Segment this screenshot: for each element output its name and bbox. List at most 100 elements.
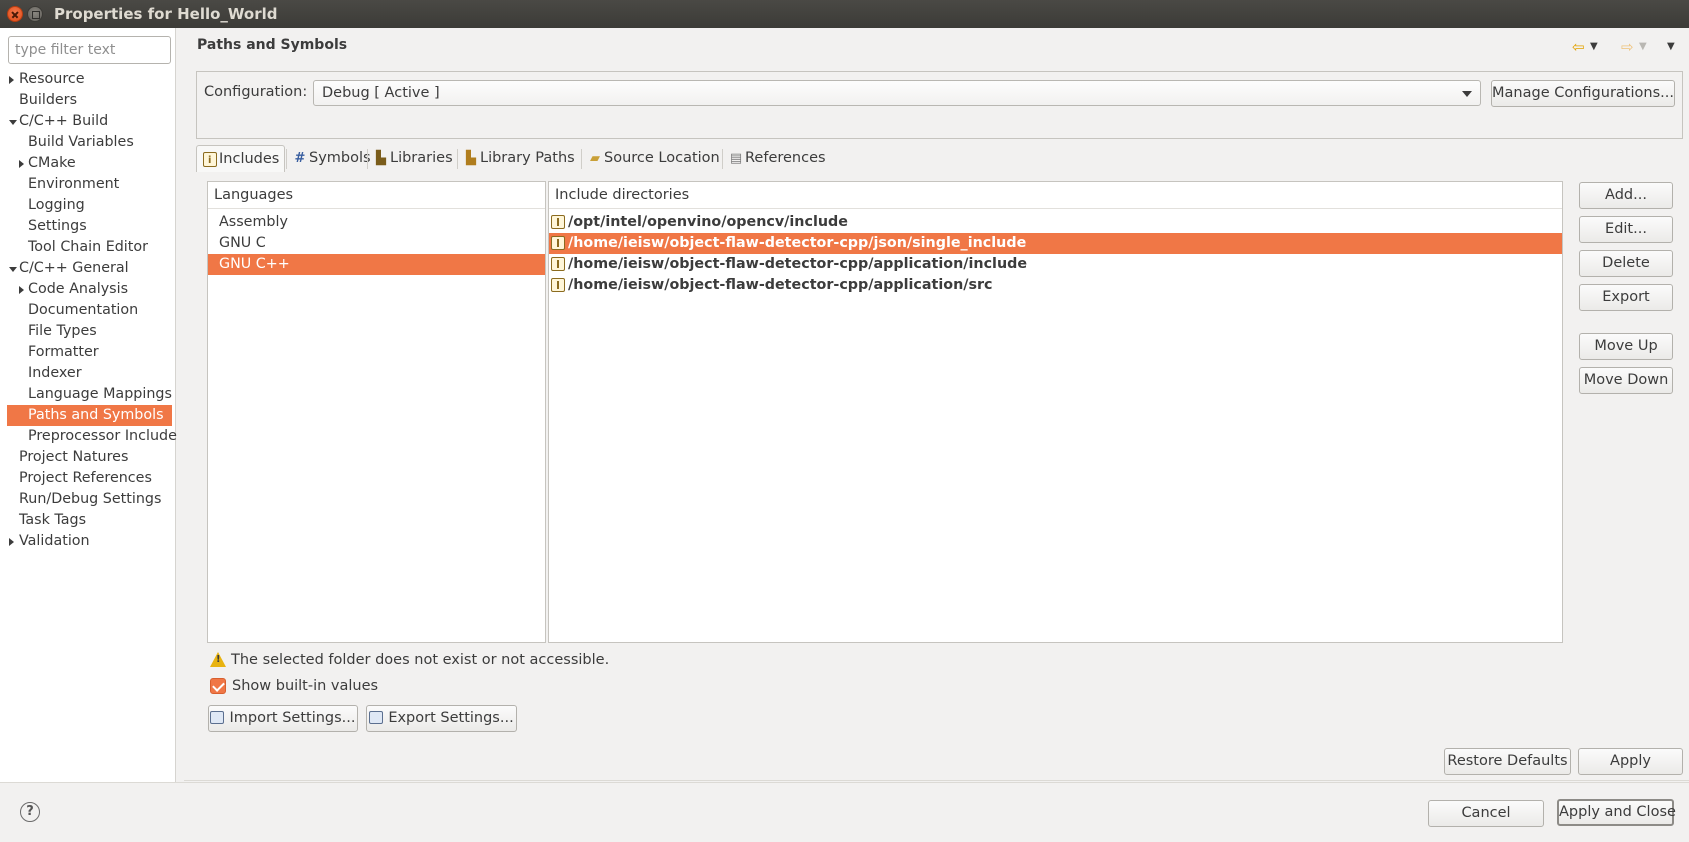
restore-defaults-button[interactable]: Restore Defaults xyxy=(1444,748,1571,775)
sidebar-item-preprocessor-include[interactable]: Preprocessor Include xyxy=(0,426,177,447)
configuration-group: Configuration: Debug [ Active ] Manage C… xyxy=(196,71,1683,139)
sidebar-item-build-variables[interactable]: Build Variables xyxy=(0,132,176,153)
sidebar-item-label: Resource xyxy=(19,71,85,87)
chevron-down-icon xyxy=(1462,91,1472,97)
list-item[interactable]: /home/ieisw/object-flaw-detector-cpp/app… xyxy=(549,275,1562,296)
list-item[interactable]: /home/ieisw/object-flaw-detector-cpp/app… xyxy=(549,254,1562,275)
collapsed-arrow-icon[interactable] xyxy=(9,538,14,546)
sidebar-item-documentation[interactable]: Documentation xyxy=(0,300,176,321)
reference-icon: ▤ xyxy=(729,151,743,166)
back-arrow-icon[interactable]: ⇦ xyxy=(1572,37,1585,57)
list-item[interactable]: /home/ieisw/object-flaw-detector-cpp/jso… xyxy=(549,233,1562,254)
export-settings-label: Export Settings... xyxy=(388,710,514,726)
divider xyxy=(184,780,1689,781)
dialog-button-bar: ? Cancel Apply and Close xyxy=(0,782,1689,842)
sidebar-item-label: Task Tags xyxy=(19,512,87,528)
sidebar-item-cmake[interactable]: CMake xyxy=(0,153,176,174)
tab-label: Source Location xyxy=(604,150,720,166)
sidebar-item-label: Project References xyxy=(19,470,152,486)
warning-icon xyxy=(210,652,226,667)
tab-label: References xyxy=(745,150,826,166)
sidebar-item-label: Preprocessor Include xyxy=(28,428,177,444)
sidebar-item-paths-and-symbols[interactable]: Paths and Symbols xyxy=(7,405,172,426)
checkbox-checked-icon[interactable] xyxy=(210,678,226,694)
include-path: /home/ieisw/object-flaw-detector-cpp/jso… xyxy=(568,235,1027,251)
sidebar-item-builders[interactable]: Builders xyxy=(0,90,176,111)
sidebar-item-label: Language Mappings xyxy=(28,386,172,402)
list-item[interactable]: GNU C++ xyxy=(208,254,545,275)
tab-library-paths[interactable]: ▙ Library Paths xyxy=(458,145,580,172)
sidebar-item-label: Tool Chain Editor xyxy=(28,239,149,255)
delete-button[interactable]: Delete xyxy=(1579,250,1673,277)
filter-input[interactable] xyxy=(8,36,171,64)
sidebar-item-formatter[interactable]: Formatter xyxy=(0,342,176,363)
export-settings-button[interactable]: Export Settings... xyxy=(366,705,517,732)
sidebar-item-label: Code Analysis xyxy=(28,281,129,297)
maximize-window-icon[interactable] xyxy=(27,6,43,22)
expanded-arrow-icon[interactable] xyxy=(9,267,17,272)
expanded-arrow-icon[interactable] xyxy=(9,120,17,125)
collapsed-arrow-icon[interactable] xyxy=(9,76,14,84)
tab-symbols[interactable]: # Symbols xyxy=(287,145,371,172)
apply-and-close-button[interactable]: Apply and Close xyxy=(1557,799,1676,826)
cancel-button[interactable]: Cancel xyxy=(1428,800,1544,827)
help-icon[interactable]: ? xyxy=(20,802,40,822)
configuration-value: Debug [ Active ] xyxy=(322,85,440,101)
export-button[interactable]: Export xyxy=(1579,284,1673,311)
list-item[interactable]: GNU C xyxy=(208,233,545,254)
collapsed-arrow-icon[interactable] xyxy=(19,286,24,294)
import-settings-button[interactable]: Import Settings... xyxy=(208,705,358,732)
sidebar-item-c-c-build[interactable]: C/C++ Build xyxy=(0,111,176,132)
edit-button[interactable]: Edit... xyxy=(1579,216,1673,243)
include-path: /home/ieisw/object-flaw-detector-cpp/app… xyxy=(568,256,1028,272)
sidebar-item-logging[interactable]: Logging xyxy=(0,195,176,216)
forward-dropdown-icon[interactable]: ▼ xyxy=(1639,37,1647,57)
back-dropdown-icon[interactable]: ▼ xyxy=(1590,37,1598,57)
sidebar-item-project-natures[interactable]: Project Natures xyxy=(0,447,176,468)
include-directories-header: Include directories xyxy=(549,182,1562,209)
sidebar-item-c-c-general[interactable]: C/C++ General xyxy=(0,258,176,279)
include-folder-icon xyxy=(551,257,565,271)
include-directories-list[interactable]: Include directories /opt/intel/openvino/… xyxy=(548,181,1563,643)
languages-list[interactable]: Languages Assembly GNU C GNU C++ xyxy=(207,181,546,643)
sidebar-item-task-tags[interactable]: Task Tags xyxy=(0,510,176,531)
sidebar-item-code-analysis[interactable]: Code Analysis xyxy=(0,279,176,300)
folder-icon: ▰ xyxy=(590,151,600,166)
apply-button[interactable]: Apply xyxy=(1578,748,1683,775)
languages-header: Languages xyxy=(208,182,545,209)
forward-arrow-icon[interactable]: ⇨ xyxy=(1621,37,1634,57)
sidebar-item-resource[interactable]: Resource xyxy=(0,69,176,90)
list-item[interactable]: /opt/intel/openvino/opencv/include xyxy=(549,212,1562,233)
move-down-button[interactable]: Move Down xyxy=(1579,367,1673,394)
sidebar-item-label: Logging xyxy=(28,197,85,213)
collapsed-arrow-icon[interactable] xyxy=(19,160,24,168)
tab-references[interactable]: ▤ References xyxy=(723,145,827,172)
page-title: Paths and Symbols xyxy=(197,37,348,53)
tab-libraries[interactable]: ▙ Libraries xyxy=(368,145,456,172)
list-item[interactable]: Assembly xyxy=(208,212,545,233)
view-menu-icon[interactable]: ▼ xyxy=(1667,37,1675,57)
configuration-select[interactable]: Debug [ Active ] xyxy=(313,80,1481,106)
move-up-button[interactable]: Move Up xyxy=(1579,333,1673,360)
sidebar-item-indexer[interactable]: Indexer xyxy=(0,363,176,384)
sidebar-item-label: File Types xyxy=(28,323,97,339)
page-nav-toolbar: ⇦ ▼ ⇨ ▼ ▼ xyxy=(1572,37,1682,57)
close-window-icon[interactable] xyxy=(7,6,23,22)
manage-configurations-button[interactable]: Manage Configurations... xyxy=(1491,80,1675,107)
sidebar-item-language-mappings[interactable]: Language Mappings xyxy=(0,384,176,405)
preference-tree: Resource Builders C/C++ Build Build Variabl… xyxy=(0,69,177,552)
show-builtin-checkbox[interactable]: Show built-in values xyxy=(210,676,378,696)
sidebar-item-settings[interactable]: Settings xyxy=(0,216,176,237)
sidebar-item-label: Build Variables xyxy=(28,134,134,150)
sidebar-item-project-references[interactable]: Project References xyxy=(0,468,176,489)
show-builtin-label: Show built-in values xyxy=(232,678,379,694)
tab-includes[interactable]: Includes xyxy=(196,145,285,172)
sidebar-item-environment[interactable]: Environment xyxy=(0,174,176,195)
tab-source-location[interactable]: ▰ Source Location xyxy=(582,145,721,172)
include-folder-icon xyxy=(551,278,565,292)
sidebar-item-tool-chain-editor[interactable]: Tool Chain Editor xyxy=(0,237,176,258)
sidebar-item-run-debug-settings[interactable]: Run/Debug Settings xyxy=(0,489,176,510)
sidebar-item-file-types[interactable]: File Types xyxy=(0,321,176,342)
sidebar-item-validation[interactable]: Validation xyxy=(0,531,176,552)
add-button[interactable]: Add... xyxy=(1579,182,1673,209)
